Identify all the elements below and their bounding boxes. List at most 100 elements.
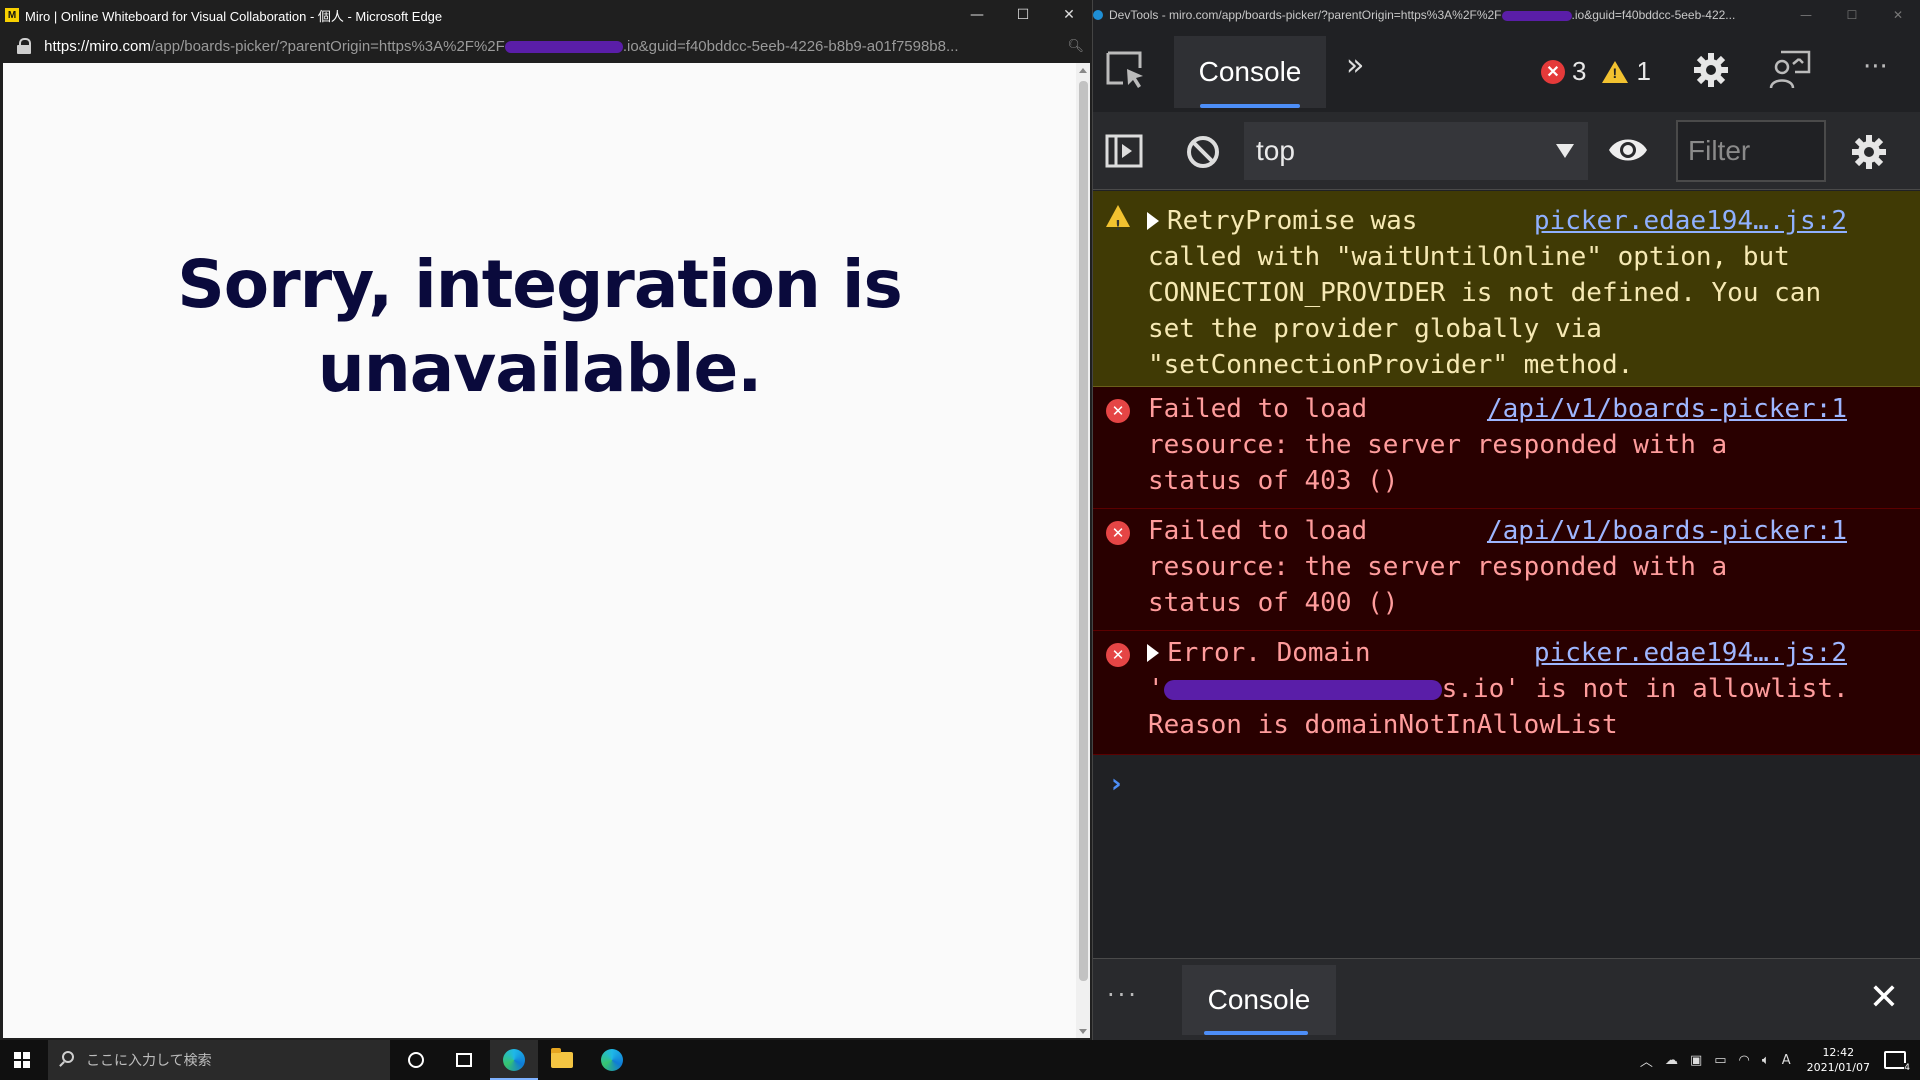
edge-window-controls: — ☐ ✕ <box>954 0 1092 30</box>
clock-time: 12:42 <box>1822 1046 1855 1059</box>
edge-title-bar: M Miro | Online Whiteboard for Visual Co… <box>0 0 1092 30</box>
error-headline: Sorry, integration is unavailable. <box>177 246 903 407</box>
message-text-cont: called with "waitUntilOnline" option, bu… <box>1148 242 1822 380</box>
warning-icon <box>1106 205 1130 245</box>
battery-icon[interactable]: ▭ <box>1714 1053 1726 1068</box>
toggle-sidebar-icon[interactable] <box>1105 134 1143 168</box>
console-error-message[interactable]: ✕ Failed to load resource: the server re… <box>1093 509 1920 631</box>
edge-taskbar-icon[interactable] <box>490 1040 538 1080</box>
onedrive-icon[interactable]: ☁ <box>1665 1053 1678 1068</box>
url-host: https://miro.com <box>44 37 151 55</box>
tab-console[interactable]: Console <box>1174 36 1326 108</box>
task-view-icon[interactable] <box>440 1040 488 1080</box>
drawer-close-icon[interactable]: ✕ <box>1869 977 1899 1018</box>
error-icon: ✕ <box>1541 59 1565 84</box>
redacted-mark <box>1501 10 1572 21</box>
drawer-tab-console[interactable]: Console <box>1182 965 1336 1035</box>
feedback-icon[interactable] <box>1769 50 1811 90</box>
message-text-cont: resource: the server responded with a st… <box>1148 552 1728 618</box>
edge-window-title: Miro | Online Whiteboard for Visual Coll… <box>25 8 443 24</box>
scroll-down-icon[interactable] <box>1079 1029 1087 1034</box>
more-options-icon[interactable]: ··· <box>1863 52 1888 82</box>
message-text-cont: ' s.io' is not in allowlist. <box>1148 674 1849 704</box>
warning-icon <box>1602 60 1629 83</box>
console-toolbar: top <box>1093 112 1920 190</box>
system-tray: ︿ ☁ ▣ ▭ ◠ 🔈︎ A 12:42 2021/01/07 4 <box>1634 1040 1920 1080</box>
volume-icon[interactable]: 🔈︎ <box>1762 1053 1770 1068</box>
live-expression-eye-icon[interactable] <box>1607 134 1649 166</box>
devtools-window-controls: — ☐ ✕ <box>1783 0 1920 30</box>
console-messages: RetryPromise was called with "waitUntilO… <box>1093 191 1920 959</box>
redacted-mark <box>504 40 623 53</box>
address-bar[interactable]: https://miro.com /app/boards-picker/?par… <box>0 30 1092 62</box>
edge-taskbar-icon-2[interactable] <box>588 1040 636 1080</box>
search-placeholder: ここに入力して検索 <box>86 1053 212 1069</box>
notification-center-icon[interactable]: 4 <box>1884 1051 1910 1073</box>
devtools-title-bar: DevTools - miro.com/app/boards-picker/?p… <box>1093 0 1920 30</box>
settings-gear-icon[interactable] <box>1693 52 1729 88</box>
miro-app-icon: M <box>5 8 19 22</box>
message-text: RetryPromise was <box>1167 206 1418 236</box>
error-count: 3 <box>1572 56 1587 86</box>
minimize-icon[interactable]: — <box>954 0 1000 30</box>
message-text-reason: Reason is domainNotInAllowList <box>1148 710 1618 740</box>
close-icon[interactable]: ✕ <box>1046 0 1092 30</box>
console-warning-message[interactable]: RetryPromise was called with "waitUntilO… <box>1093 191 1920 387</box>
devtools-window-title: DevTools - miro.com/app/boards-picker/?p… <box>1109 8 1736 22</box>
start-windows-icon[interactable] <box>14 1052 30 1068</box>
windows-taskbar: ここに入力して検索 ︿ ☁ ▣ ▭ ◠ 🔈︎ A 12:42 2021/01/0… <box>0 1040 1920 1080</box>
expand-triangle-icon[interactable] <box>1147 644 1159 662</box>
console-drawer: ··· Console ✕ <box>1093 958 1920 1040</box>
devtools-tabbar: Console » ✕ 3 1 ··· <box>1093 30 1920 112</box>
search-icon <box>62 1051 74 1063</box>
ime-indicator[interactable]: A <box>1782 1053 1791 1068</box>
issues-counter[interactable]: ✕ 3 1 <box>1541 56 1651 87</box>
expand-triangle-icon[interactable] <box>1147 212 1159 230</box>
devtools-app-icon <box>1093 10 1103 20</box>
console-error-message[interactable]: ✕ Error. Domain ' s.io' is not in allowli… <box>1093 631 1920 755</box>
source-link[interactable]: picker.edae194….js:2 <box>1534 203 1847 239</box>
close-icon[interactable]: ✕ <box>1875 0 1920 30</box>
drawer-menu-icon[interactable]: ··· <box>1107 981 1139 1009</box>
source-link[interactable]: /api/v1/boards-picker:1 <box>1487 513 1847 549</box>
filter-input[interactable] <box>1676 120 1826 182</box>
zoom-icon[interactable]: 🔍︎ <box>1067 38 1084 54</box>
message-text: Error. Domain <box>1167 638 1371 668</box>
lock-icon[interactable] <box>17 38 32 54</box>
page-scrollbar[interactable] <box>1076 63 1090 1038</box>
maximize-icon[interactable]: ☐ <box>1829 0 1875 30</box>
edge-window: M Miro | Online Whiteboard for Visual Co… <box>0 0 1092 1040</box>
url-path: /app/boards-picker/?parentOrigin=https%3… <box>150 37 959 55</box>
console-prompt-icon[interactable]: › <box>1111 769 1122 799</box>
source-link[interactable]: picker.edae194….js:2 <box>1534 635 1847 671</box>
file-explorer-icon[interactable] <box>538 1040 586 1080</box>
redacted-mark <box>1163 679 1442 700</box>
page-content: Sorry, integration is unavailable. <box>3 63 1076 1038</box>
console-settings-gear-icon[interactable] <box>1851 134 1887 170</box>
message-text-cont: resource: the server responded with a st… <box>1148 430 1728 496</box>
cortana-icon[interactable] <box>392 1040 440 1080</box>
error-icon: ✕ <box>1106 643 1130 667</box>
minimize-icon[interactable]: — <box>1783 0 1829 30</box>
source-link[interactable]: /api/v1/boards-picker:1 <box>1487 391 1847 427</box>
console-error-message[interactable]: ✕ Failed to load resource: the server re… <box>1093 387 1920 509</box>
meet-now-icon[interactable]: ▣ <box>1690 1053 1702 1068</box>
clock[interactable]: 12:42 2021/01/07 <box>1807 1045 1870 1075</box>
error-icon: ✕ <box>1106 521 1130 545</box>
chevron-down-icon <box>1556 144 1574 158</box>
context-selector[interactable]: top <box>1244 122 1588 180</box>
inspect-element-icon[interactable] <box>1105 50 1147 90</box>
clear-console-icon[interactable] <box>1185 134 1221 170</box>
error-icon: ✕ <box>1106 399 1130 423</box>
devtools-window: DevTools - miro.com/app/boards-picker/?p… <box>1092 0 1920 1040</box>
tray-expand-icon[interactable]: ︿ <box>1640 1051 1653 1070</box>
warning-count: 1 <box>1636 56 1651 86</box>
maximize-icon[interactable]: ☐ <box>1000 0 1046 30</box>
notification-count: 4 <box>1904 1063 1910 1073</box>
more-tabs-icon[interactable]: » <box>1346 48 1364 83</box>
taskbar-search[interactable]: ここに入力して検索 <box>48 1040 390 1080</box>
scroll-thumb[interactable] <box>1079 81 1088 981</box>
wifi-icon[interactable]: ◠ <box>1739 1053 1750 1068</box>
scroll-up-icon[interactable] <box>1079 68 1087 73</box>
clock-date: 2021/01/07 <box>1806 1061 1870 1074</box>
